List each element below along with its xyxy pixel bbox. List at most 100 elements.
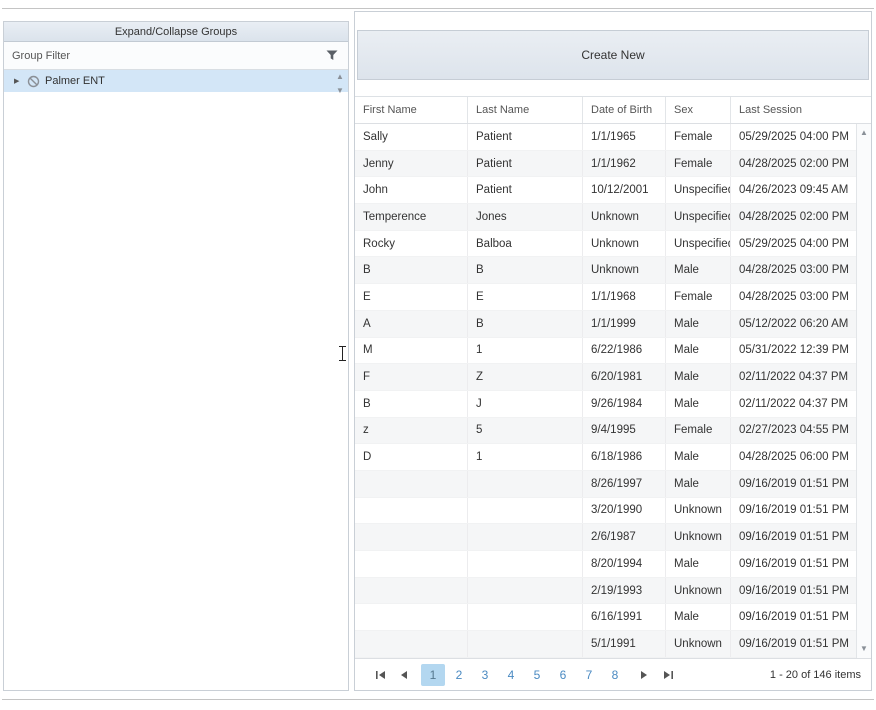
table-cell: 09/16/2019 01:51 PM — [731, 498, 856, 524]
table-cell: Rocky — [355, 231, 468, 257]
table-cell: Patient — [468, 177, 583, 203]
table-cell: Unspecified — [666, 177, 731, 203]
table-row[interactable]: M16/22/1986Male05/31/2022 12:39 PM — [355, 338, 856, 365]
pager-page-4[interactable]: 4 — [499, 664, 523, 686]
table-cell: 02/11/2022 04:37 PM — [731, 364, 856, 390]
group-filter-row[interactable]: Group Filter — [4, 42, 348, 70]
table-cell: Patient — [468, 151, 583, 177]
table-row[interactable]: JennyPatient1/1/1962Female04/28/2025 02:… — [355, 151, 856, 178]
patient-table-body: SallyPatient1/1/1965Female05/29/2025 04:… — [355, 124, 856, 658]
text-cursor — [342, 346, 343, 361]
table-row[interactable]: z59/4/1995Female02/27/2023 04:55 PM — [355, 418, 856, 445]
table-row[interactable]: BJ9/26/1984Male02/11/2022 04:37 PM — [355, 391, 856, 418]
table-cell: Female — [666, 284, 731, 310]
table-row[interactable]: RockyBalboaUnknownUnspecified05/29/2025 … — [355, 231, 856, 258]
table-row[interactable]: 2/19/1993Unknown09/16/2019 01:51 PM — [355, 578, 856, 605]
table-cell: B — [468, 311, 583, 337]
group-icon — [27, 75, 40, 88]
tree-item-label: Palmer ENT — [45, 75, 105, 87]
column-header-last-session[interactable]: Last Session — [731, 97, 856, 123]
table-cell: 1/1/1965 — [583, 124, 666, 150]
table-row[interactable]: 2/6/1987Unknown09/16/2019 01:51 PM — [355, 524, 856, 551]
table-row[interactable]: BBUnknownMale04/28/2025 03:00 PM — [355, 257, 856, 284]
pager-page-8[interactable]: 8 — [603, 664, 627, 686]
scroll-down-icon[interactable]: ▼ — [336, 86, 344, 96]
scroll-down-icon[interactable]: ▼ — [860, 644, 868, 654]
table-cell: Patient — [468, 124, 583, 150]
table-cell — [468, 551, 583, 577]
table-row[interactable]: 8/20/1994Male09/16/2019 01:51 PM — [355, 551, 856, 578]
table-cell: Z — [468, 364, 583, 390]
table-cell: B — [355, 391, 468, 417]
column-header-last-name[interactable]: Last Name — [468, 97, 583, 123]
table-cell — [355, 604, 468, 630]
column-header-date-of-birth[interactable]: Date of Birth — [583, 97, 666, 123]
table-cell: Female — [666, 418, 731, 444]
filter-funnel-icon[interactable] — [326, 50, 338, 61]
table-cell — [355, 578, 468, 604]
table-cell: z — [355, 418, 468, 444]
table-cell: 1/1/1968 — [583, 284, 666, 310]
table-cell: 6/18/1986 — [583, 444, 666, 470]
pager-page-5[interactable]: 5 — [525, 664, 549, 686]
table-cell: 04/26/2023 09:45 AM — [731, 177, 856, 203]
table-cell: Unknown — [583, 257, 666, 283]
table-cell: M — [355, 338, 468, 364]
table-cell: A — [355, 311, 468, 337]
pager-next-button[interactable] — [633, 664, 655, 686]
table-row[interactable]: SallyPatient1/1/1965Female05/29/2025 04:… — [355, 124, 856, 151]
pager-page-6[interactable]: 6 — [551, 664, 575, 686]
tree-item-palmer-ent[interactable]: ▶ Palmer ENT — [4, 70, 348, 92]
tree-scrollbar[interactable]: ▲ ▼ — [333, 70, 347, 110]
table-cell: 04/28/2025 03:00 PM — [731, 284, 856, 310]
table-row[interactable]: 8/26/1997Male09/16/2019 01:51 PM — [355, 471, 856, 498]
table-row[interactable]: TemperenceJonesUnknownUnspecified04/28/2… — [355, 204, 856, 231]
table-row[interactable]: AB1/1/1999Male05/12/2022 06:20 AM — [355, 311, 856, 338]
pager-first-button[interactable] — [369, 664, 391, 686]
pager-page-3[interactable]: 3 — [473, 664, 497, 686]
table-cell: Male — [666, 338, 731, 364]
patient-grid-body-wrap: SallyPatient1/1/1965Female05/29/2025 04:… — [355, 124, 871, 658]
table-cell: 09/16/2019 01:51 PM — [731, 578, 856, 604]
table-cell: Unspecified — [666, 204, 731, 230]
table-cell: 2/19/1993 — [583, 578, 666, 604]
table-row[interactable]: D16/18/1986Male04/28/2025 06:00 PM — [355, 444, 856, 471]
table-cell: 6/16/1991 — [583, 604, 666, 630]
create-new-button[interactable]: Create New — [357, 30, 869, 80]
table-row[interactable]: FZ6/20/1981Male02/11/2022 04:37 PM — [355, 364, 856, 391]
table-cell: Jenny — [355, 151, 468, 177]
pager-prev-button[interactable] — [393, 664, 415, 686]
column-header-sex[interactable]: Sex — [666, 97, 731, 123]
table-cell: 1 — [468, 338, 583, 364]
table-cell: B — [468, 257, 583, 283]
grid-scrollbar[interactable]: ▲ ▼ — [856, 124, 871, 658]
table-cell: Male — [666, 311, 731, 337]
table-cell: 05/31/2022 12:39 PM — [731, 338, 856, 364]
table-cell: 04/28/2025 03:00 PM — [731, 257, 856, 283]
table-cell — [468, 604, 583, 630]
table-cell — [468, 578, 583, 604]
pager-page-7[interactable]: 7 — [577, 664, 601, 686]
pager-page-1[interactable]: 1 — [421, 664, 445, 686]
table-row[interactable]: 3/20/1990Unknown09/16/2019 01:51 PM — [355, 498, 856, 525]
scroll-up-icon[interactable]: ▲ — [860, 128, 868, 138]
table-cell: Male — [666, 444, 731, 470]
table-cell: Temperence — [355, 204, 468, 230]
table-row[interactable]: 6/16/1991Male09/16/2019 01:51 PM — [355, 604, 856, 631]
table-cell — [468, 498, 583, 524]
groups-panel: Expand/Collapse Groups Group Filter ▶ Pa… — [3, 21, 349, 691]
expand-collapse-groups-button[interactable]: Expand/Collapse Groups — [4, 22, 348, 42]
table-row[interactable]: 5/1/1991Unknown09/16/2019 01:51 PM — [355, 631, 856, 658]
table-row[interactable]: JohnPatient10/12/2001Unspecified04/26/20… — [355, 177, 856, 204]
table-cell: Sally — [355, 124, 468, 150]
table-cell: Unknown — [583, 204, 666, 230]
pager-last-button[interactable] — [657, 664, 679, 686]
table-row[interactable]: EE1/1/1968Female04/28/2025 03:00 PM — [355, 284, 856, 311]
scroll-up-icon[interactable]: ▲ — [336, 72, 344, 82]
pager-page-2[interactable]: 2 — [447, 664, 471, 686]
table-cell: Unknown — [666, 631, 731, 657]
table-cell: J — [468, 391, 583, 417]
expand-arrow-icon[interactable]: ▶ — [14, 77, 22, 85]
column-header-first-name[interactable]: First Name — [355, 97, 468, 123]
table-cell: Unknown — [666, 578, 731, 604]
